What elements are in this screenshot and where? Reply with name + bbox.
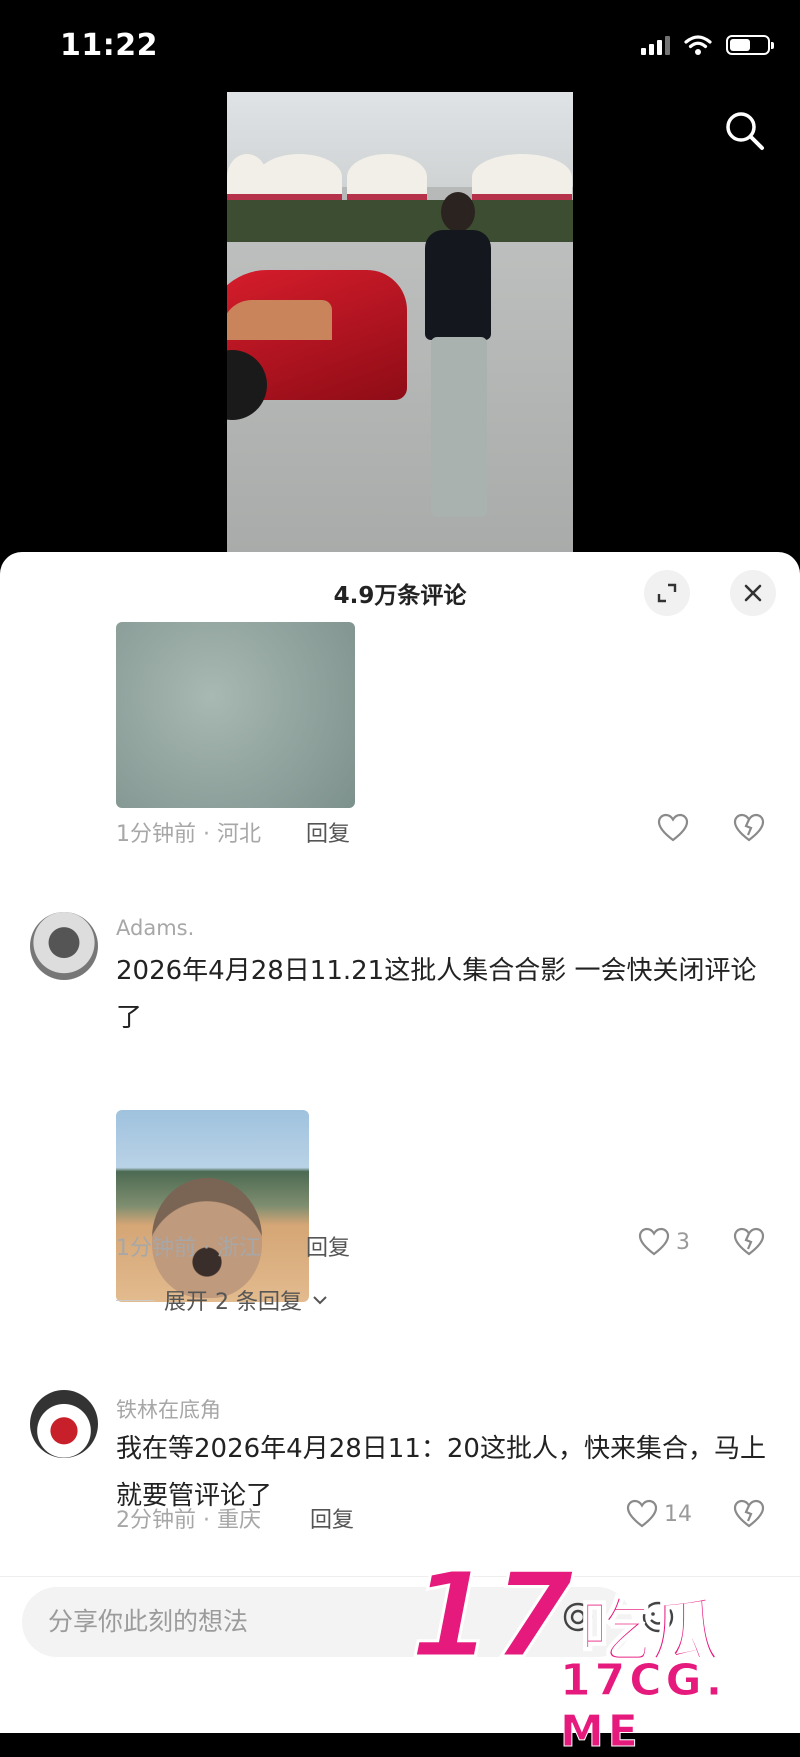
reply-button[interactable]: 回复 <box>306 1230 350 1262</box>
comment-username[interactable]: 铁林在底角 <box>116 1394 221 1424</box>
heart-icon <box>657 813 689 842</box>
watermark-logo: 17 吃瓜 17CG. ME <box>408 1546 790 1757</box>
expand-button[interactable] <box>644 570 690 616</box>
wifi-icon <box>684 35 712 55</box>
person-image <box>417 192 497 542</box>
reply-button[interactable]: 回复 <box>310 1502 354 1534</box>
expand-replies-label: 展开 2 条回复 <box>164 1290 302 1315</box>
search-icon <box>726 112 764 150</box>
video-player[interactable] <box>227 92 573 552</box>
dislike-button[interactable] <box>733 1499 765 1533</box>
dislike-button[interactable] <box>733 1227 765 1261</box>
comment-meta: 1分钟前 · 河北 <box>116 822 261 847</box>
heart-icon <box>626 1499 658 1528</box>
dislike-button[interactable] <box>733 813 765 847</box>
reply-button[interactable]: 回复 <box>306 816 350 848</box>
battery-icon <box>726 35 774 55</box>
status-bar: 11:22 <box>0 0 800 90</box>
like-button[interactable]: 3 <box>638 1227 690 1257</box>
heart-icon <box>638 1227 670 1256</box>
comment-username[interactable]: Adams. <box>116 916 194 940</box>
search-button[interactable] <box>722 108 772 158</box>
avatar[interactable] <box>30 912 98 980</box>
expand-replies[interactable]: 展开 2 条回复 <box>116 1284 328 1316</box>
like-count: 3 <box>676 1229 690 1255</box>
status-time: 11:22 <box>60 28 158 63</box>
dislike-icon <box>733 1499 765 1528</box>
comment-image[interactable] <box>116 622 355 808</box>
comment-meta: 2分钟前 · 重庆 <box>116 1508 261 1533</box>
avatar[interactable] <box>30 1390 98 1458</box>
comment-meta: 1分钟前 · 浙江 <box>116 1236 261 1261</box>
sheet-header: 4.9万条评论 <box>0 552 800 628</box>
expand-icon <box>657 583 677 603</box>
like-button[interactable] <box>657 813 689 843</box>
status-icons <box>641 34 774 56</box>
like-button[interactable]: 14 <box>626 1499 692 1529</box>
chevron-down-icon <box>313 1296 327 1305</box>
like-count: 14 <box>664 1501 692 1527</box>
watermark-main: 17 <box>408 1546 575 1684</box>
close-icon <box>744 584 762 602</box>
signal-icon <box>641 35 670 55</box>
dislike-icon <box>733 813 765 842</box>
comment-text: 2026年4月28日11.21这批人集合合影 一会快关闭评论了 <box>116 956 757 1033</box>
close-button[interactable] <box>730 570 776 616</box>
watermark-sub: 17CG. ME <box>560 1655 727 1757</box>
comment-image[interactable] <box>116 1110 309 1302</box>
dislike-icon <box>733 1227 765 1256</box>
car-image <box>227 270 407 420</box>
